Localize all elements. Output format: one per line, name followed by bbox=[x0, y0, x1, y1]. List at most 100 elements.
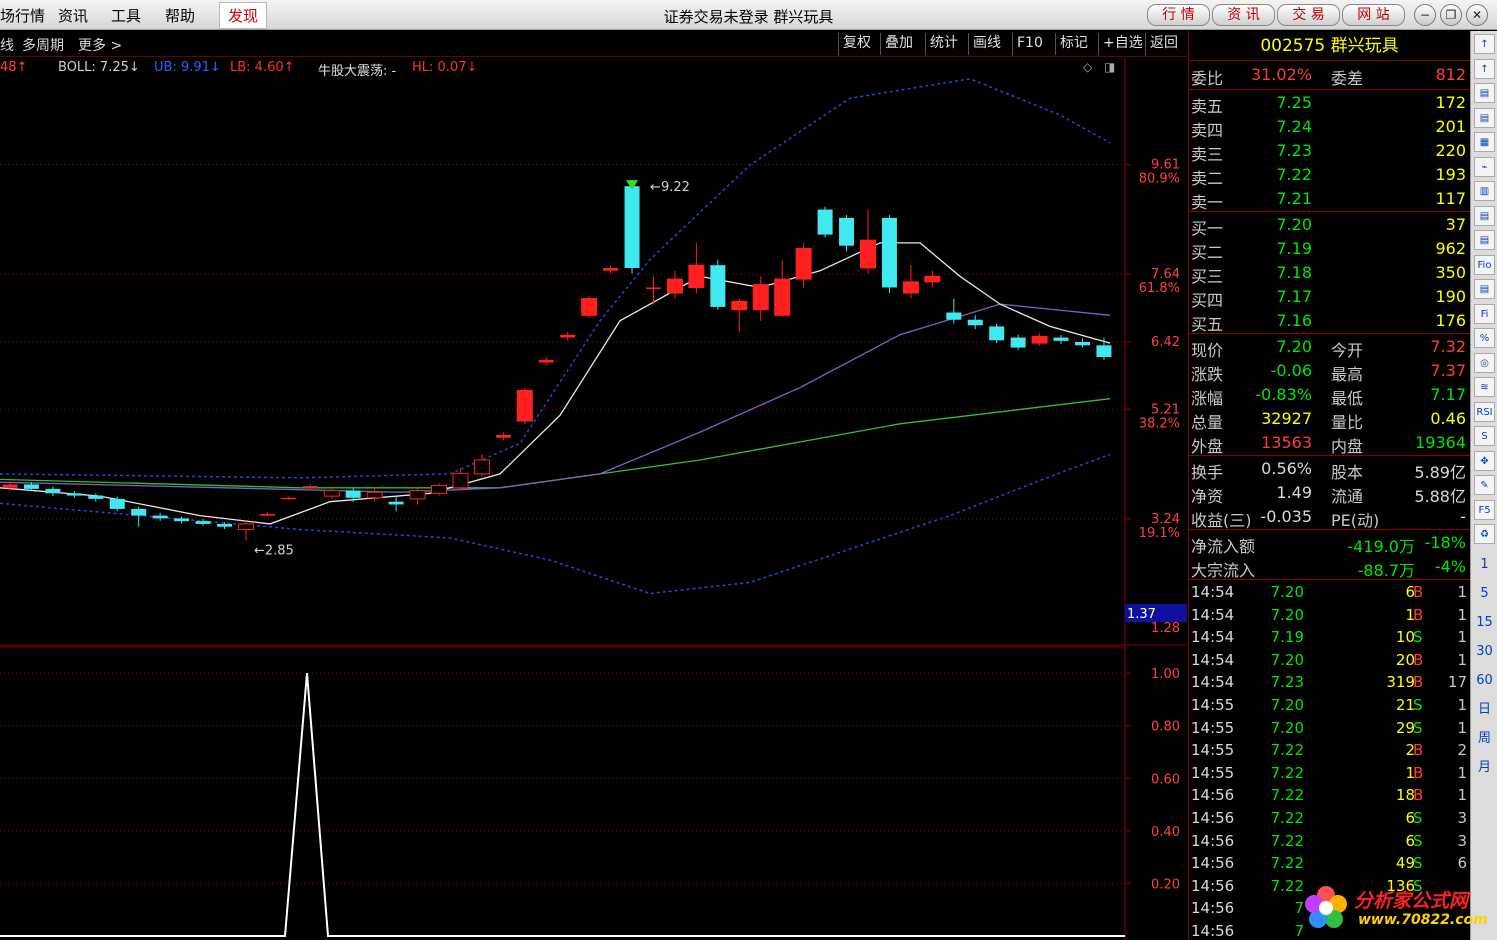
tick-time: 14:54 bbox=[1191, 605, 1235, 624]
sidebar-tool-icon[interactable]: ⌁ bbox=[1474, 156, 1495, 177]
candle-body bbox=[516, 389, 533, 422]
sidebar-tool-icon[interactable]: % bbox=[1474, 328, 1495, 348]
draw-line-button[interactable]: 画线 bbox=[968, 33, 1005, 55]
close-icon[interactable]: ✕ bbox=[1466, 4, 1488, 26]
sidebar-tool-icon[interactable]: Fio bbox=[1474, 254, 1495, 275]
menu-bar: 场行情 资讯 工具 帮助 发现 证券交易未登录 群兴玩具 行 情 资 讯 交 易… bbox=[0, 0, 1497, 30]
menu-market[interactable]: 场行情 bbox=[0, 5, 45, 26]
menu-news[interactable]: 资讯 bbox=[58, 5, 88, 26]
sidebar-tool-icon[interactable]: ▤ bbox=[1474, 279, 1495, 299]
panel-toggle-icon[interactable]: ◨ bbox=[1104, 60, 1115, 74]
website-button[interactable]: 网 站 bbox=[1342, 4, 1405, 26]
sidebar-tool-icon[interactable]: ◎ bbox=[1474, 352, 1495, 373]
candle-body bbox=[152, 515, 168, 519]
sidebar-tool-icon[interactable]: RSI bbox=[1474, 401, 1495, 422]
mark-button[interactable]: 标记 bbox=[1055, 33, 1092, 55]
price-axis-label: 7.64 bbox=[1151, 267, 1180, 282]
tick-side: S bbox=[1413, 718, 1423, 737]
tick-row: 14:54 7.20 1 B 1 bbox=[1189, 604, 1470, 626]
weibi-row: 委比 31.02% 委差 812 bbox=[1189, 63, 1470, 88]
ask-row: 卖三 7.23 220 bbox=[1189, 139, 1470, 164]
back-button[interactable]: 返回 bbox=[1145, 33, 1182, 55]
sidebar-tool-icon[interactable]: S bbox=[1474, 426, 1495, 446]
news-button[interactable]: 资 讯 bbox=[1212, 4, 1275, 26]
sidebar-tool-icon[interactable]: ✥ bbox=[1474, 450, 1495, 471]
tick-side: B bbox=[1413, 786, 1424, 805]
tick-time: 14:55 bbox=[1191, 763, 1235, 782]
period-button[interactable]: 月 bbox=[1474, 758, 1495, 778]
period-button[interactable]: 60 bbox=[1474, 671, 1495, 691]
main-price-chart[interactable]: 9.61 7.64 6.42 5.21 3.24 1.28 80.9% 61.8% 38.2% 1… bbox=[0, 58, 1187, 646]
pct-axis-label: 19.1% bbox=[1139, 526, 1180, 541]
menu-help[interactable]: 帮助 bbox=[165, 5, 195, 26]
sidebar-tool-icon[interactable]: ▤ bbox=[1474, 107, 1495, 128]
ask-price: 7.24 bbox=[1276, 117, 1312, 136]
price-axis-label: 3.24 bbox=[1151, 512, 1180, 527]
candle-body bbox=[646, 287, 661, 289]
tick-side: B bbox=[1413, 605, 1424, 624]
sidebar-tool-icon[interactable]: ▤ bbox=[1474, 205, 1495, 226]
bid-row: 买一 7.20 37 bbox=[1189, 213, 1470, 238]
sub-indicator-chart[interactable]: 1.00 0.80 0.60 0.40 0.20 bbox=[0, 646, 1187, 940]
candle-body bbox=[495, 434, 511, 438]
sidebar-tool-icon[interactable]: ▥ bbox=[1474, 181, 1495, 201]
trade-button[interactable]: 交 易 bbox=[1277, 4, 1340, 26]
menu-tools[interactable]: 工具 bbox=[111, 5, 141, 26]
f10-button[interactable]: F10 bbox=[1012, 33, 1047, 55]
menu-discover[interactable]: 发现 bbox=[219, 2, 268, 29]
sub-axis-label: 0.40 bbox=[1151, 825, 1180, 840]
legend-hl: HL: 0.07↓ bbox=[412, 60, 478, 75]
tab-more[interactable]: 更多 > bbox=[78, 35, 122, 55]
period-button[interactable]: 1 bbox=[1474, 555, 1495, 575]
candle-body bbox=[473, 459, 490, 475]
sidebar-tool-icon[interactable]: ▦ bbox=[1474, 132, 1495, 152]
sidebar-tool-icon[interactable]: Fi bbox=[1474, 303, 1495, 324]
tick-price: 7.22 bbox=[1270, 786, 1304, 805]
tick-row: 14:56 7.22 6 S 3 bbox=[1189, 830, 1470, 852]
tab-multi-period[interactable]: 多周期 bbox=[22, 35, 64, 55]
quote-value: -0.06 bbox=[1270, 361, 1312, 380]
diamond-icon[interactable]: ◇ bbox=[1083, 60, 1092, 74]
sidebar-tool-icon[interactable]: ≋ bbox=[1474, 377, 1495, 397]
quote-value: 0.46 bbox=[1430, 409, 1466, 428]
sub-axis-label: 0.60 bbox=[1151, 772, 1180, 787]
candle-body bbox=[946, 312, 962, 320]
ask-row: 卖一 7.21 117 bbox=[1189, 187, 1470, 212]
panel-separator bbox=[1189, 333, 1470, 334]
tick-row: 14:54 7.20 6 B 1 bbox=[1189, 581, 1470, 603]
candle-body bbox=[237, 523, 254, 531]
sidebar-tool-icon[interactable]: F5 bbox=[1474, 499, 1495, 520]
bid-label: 买一 bbox=[1191, 219, 1224, 238]
tab-line[interactable]: 线 bbox=[0, 35, 14, 55]
period-button[interactable]: 日 bbox=[1474, 700, 1495, 720]
sidebar-tool-icon[interactable]: ↑ bbox=[1474, 58, 1495, 79]
period-button[interactable]: 15 bbox=[1474, 613, 1495, 633]
candle-body bbox=[174, 518, 190, 522]
minimize-icon[interactable]: − bbox=[1414, 4, 1436, 26]
fundamental-value: 0.56% bbox=[1261, 459, 1312, 478]
bid-price: 7.20 bbox=[1276, 215, 1312, 234]
high-annotation: ←9.22 bbox=[650, 180, 690, 195]
sidebar-tool-icon[interactable]: ↑ bbox=[1474, 34, 1495, 54]
statistics-button[interactable]: 统计 bbox=[925, 33, 962, 55]
tick-time: 14:56 bbox=[1191, 809, 1235, 827]
add-watchlist-button[interactable]: +自选 bbox=[1098, 33, 1147, 55]
candle-body bbox=[688, 264, 705, 288]
tick-time: 14:54 bbox=[1191, 673, 1235, 692]
weibi-label: 委比 bbox=[1191, 69, 1224, 88]
period-button[interactable]: 5 bbox=[1474, 584, 1495, 604]
candle-body bbox=[259, 513, 275, 516]
period-button[interactable]: 周 bbox=[1474, 729, 1495, 749]
overlay-button[interactable]: 叠加 bbox=[880, 33, 917, 55]
sidebar-tool-icon[interactable]: ▤ bbox=[1474, 83, 1495, 103]
restore-rights-button[interactable]: 复权 bbox=[838, 33, 875, 55]
market-button[interactable]: 行 情 bbox=[1147, 4, 1210, 26]
sidebar-tool-icon[interactable]: ▤ bbox=[1474, 230, 1495, 250]
period-button[interactable]: 30 bbox=[1474, 642, 1495, 662]
sidebar-tool-icon[interactable]: ✎ bbox=[1474, 475, 1495, 495]
sidebar-tool-icon[interactable]: ♻ bbox=[1474, 524, 1495, 544]
quote-label: 最高 bbox=[1331, 365, 1364, 384]
candle-body bbox=[388, 501, 404, 505]
restore-icon[interactable]: ❐ bbox=[1440, 4, 1462, 26]
flow-pct: -18% bbox=[1424, 533, 1466, 552]
